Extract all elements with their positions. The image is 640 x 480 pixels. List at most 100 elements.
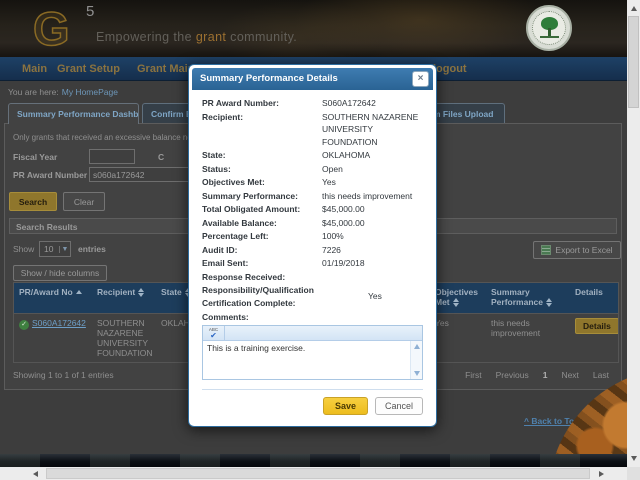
- save-button[interactable]: Save: [322, 397, 368, 415]
- pagination-page-1[interactable]: 1: [543, 370, 548, 380]
- arrow-up-icon: [630, 5, 637, 11]
- field-label: Summary Performance:: [202, 190, 298, 201]
- field-value: SOUTHERN NAZARENE UNIVERSITY FOUNDATION: [322, 111, 419, 147]
- close-icon[interactable]: ×: [412, 71, 429, 87]
- field-label: Total Obligated Amount:: [202, 204, 301, 214]
- field-label: Recipient:: [202, 111, 244, 122]
- pagination-first[interactable]: First: [465, 370, 482, 380]
- scroll-up-button[interactable]: [627, 2, 640, 14]
- status-check-icon: ✓: [19, 320, 29, 330]
- vertical-scrollbar[interactable]: [627, 0, 640, 467]
- field-value: 01/19/2018: [322, 258, 365, 268]
- spellcheck-icon[interactable]: ABC ✔: [203, 326, 225, 340]
- modal-title: Summary Performance Details: [200, 73, 338, 84]
- entries-summary: Showing 1 to 1 of 1 entries: [13, 370, 114, 380]
- column-header-recipient[interactable]: Recipient: [92, 283, 156, 313]
- field-label: Objectives Met:: [202, 177, 265, 187]
- field-value: 100%: [322, 231, 344, 241]
- comments-label: Comments:: [202, 312, 249, 322]
- field-value: 7226: [322, 244, 341, 255]
- pagination-next[interactable]: Next: [561, 370, 578, 380]
- field-label: State:: [202, 150, 226, 160]
- sort-asc-icon: [75, 290, 82, 295]
- g5-application-window: G 5 Empowering the grant community. Main…: [0, 0, 640, 480]
- field-value: Yes: [322, 177, 336, 187]
- field-value: this needs improvement: [322, 190, 413, 201]
- field-label: Audit ID:: [202, 244, 238, 255]
- modal-body: PR Award Number: S060A172642 Recipient: SO…: [192, 90, 433, 423]
- objectives-met-cell: Yes: [435, 318, 449, 328]
- select-caret-icon: ▼: [59, 245, 70, 253]
- horizontal-scroll-thumb[interactable]: [46, 468, 590, 479]
- field-value: $45,000.00: [322, 217, 365, 228]
- modal-title-bar[interactable]: Summary Performance Details ×: [192, 68, 433, 90]
- horizontal-scrollbar[interactable]: [0, 467, 627, 480]
- field-label: Responsibility/Qualification Certificati…: [202, 285, 314, 308]
- column-header-objectives-met[interactable]: Objectives Met: [430, 283, 486, 313]
- scroll-down-button[interactable]: [627, 452, 640, 464]
- summary-performance-cell: this needs improvement: [491, 318, 541, 338]
- pr-award-number-label: PR Award Number: [13, 170, 88, 180]
- comments-editor: ABC ✔ This is a training exercise.: [202, 325, 423, 380]
- g5-logo: G: [32, 1, 70, 56]
- field-value: Open: [322, 163, 343, 174]
- breadcrumb-homepage-link[interactable]: My HomePage: [62, 87, 118, 97]
- arrow-left-icon: [32, 470, 38, 477]
- editor-toolbar: ABC ✔: [203, 326, 422, 341]
- pagination-last[interactable]: Last: [593, 370, 609, 380]
- g5-logo-superscript: 5: [86, 3, 95, 20]
- nav-item-grant-setup[interactable]: Grant Setup: [57, 57, 120, 81]
- field-value: [322, 271, 423, 284]
- column-header-pr-award-no[interactable]: PR/Award No: [14, 283, 92, 313]
- pr-award-number-input[interactable]: [89, 167, 189, 182]
- scroll-left-button[interactable]: [28, 467, 42, 480]
- breadcrumb: You are here: My HomePage: [8, 87, 118, 97]
- recipient-cell: SOUTHERN NAZARENE UNIVERSITY FOUNDATION: [97, 318, 153, 358]
- vertical-scroll-thumb[interactable]: [628, 16, 639, 108]
- clear-button[interactable]: Clear: [63, 192, 105, 211]
- arrow-right-icon: [598, 470, 604, 477]
- details-button[interactable]: Details: [575, 318, 618, 334]
- scrollbar-corner: [627, 467, 640, 480]
- editor-scroll-down-icon[interactable]: [413, 371, 420, 376]
- fiscal-year-input[interactable]: [89, 149, 135, 164]
- entries-label: entries: [78, 244, 106, 254]
- field-label: Response Received:: [202, 271, 286, 282]
- summary-performance-details-modal: Summary Performance Details × PR Award N…: [188, 64, 437, 427]
- nav-item-main[interactable]: Main: [22, 57, 47, 81]
- sort-both-icon: [452, 298, 459, 308]
- field-label: Status:: [202, 163, 231, 174]
- field-value: $45,000.00: [322, 204, 365, 214]
- editor-scroll-up-icon[interactable]: [413, 344, 420, 349]
- pagination-previous[interactable]: Previous: [496, 370, 529, 380]
- search-button[interactable]: Search: [9, 192, 57, 211]
- partial-form-label: C: [158, 152, 165, 162]
- modal-footer: Save Cancel: [202, 397, 423, 415]
- footer-image-strip: [0, 454, 627, 467]
- show-hide-columns-button[interactable]: Show / hide columns: [13, 265, 107, 281]
- page-size-select[interactable]: 10 ▼: [39, 241, 71, 257]
- arrow-down-icon: [630, 455, 637, 461]
- nav-item-logout[interactable]: logout: [433, 57, 467, 81]
- modal-divider: [202, 389, 423, 390]
- field-value: OKLAHOMA: [322, 150, 371, 160]
- tagline: Empowering the grant community.: [96, 30, 298, 44]
- show-label: Show: [13, 244, 35, 254]
- breadcrumb-prefix: You are here:: [8, 87, 59, 97]
- header-banner: G 5 Empowering the grant community.: [0, 0, 640, 57]
- column-header-summary-performance[interactable]: Summary Performance: [486, 283, 570, 313]
- cancel-button[interactable]: Cancel: [374, 397, 423, 415]
- field-value: S060A172642: [322, 98, 376, 108]
- field-label: Available Balance:: [202, 217, 277, 228]
- comments-textarea[interactable]: This is a training exercise.: [203, 341, 410, 379]
- field-value: Yes: [368, 291, 382, 302]
- tab-summary-performance-dashboard[interactable]: Summary Performance Dashboard: [8, 103, 139, 124]
- scroll-right-button[interactable]: [594, 467, 608, 480]
- field-label: Email Sent:: [202, 258, 249, 268]
- field-label: PR Award Number:: [202, 98, 279, 108]
- export-to-excel-button[interactable]: Export to Excel: [533, 241, 621, 259]
- field-label: Percentage Left:: [202, 231, 269, 241]
- pagination: First Previous 1 Next Last: [465, 370, 609, 380]
- editor-scrollbar[interactable]: [410, 341, 422, 379]
- award-number-link[interactable]: S060A172642: [32, 318, 86, 328]
